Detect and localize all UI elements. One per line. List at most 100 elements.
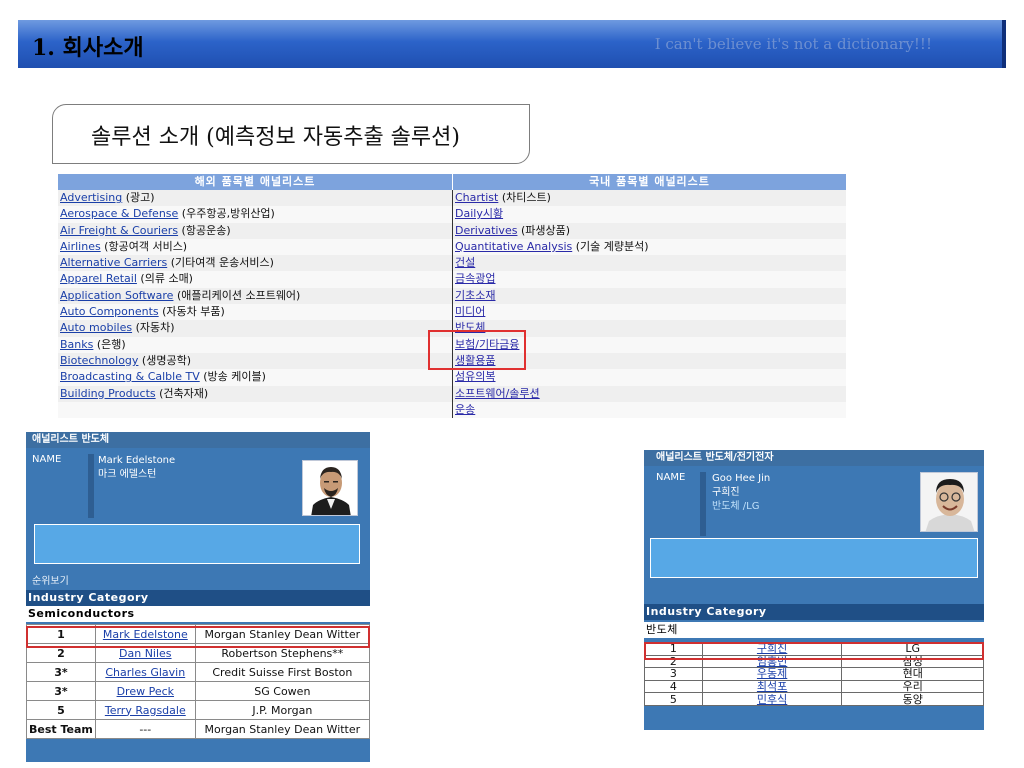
category-note: (우주항공,방위산업) (178, 207, 275, 221)
category-link[interactable]: Auto Components (60, 305, 159, 318)
analyst-link[interactable]: Terry Ragsdale (105, 704, 186, 717)
category-note: (건축자재) (155, 386, 209, 400)
ranking-row: 3 우동제 현대 (644, 667, 984, 681)
analyst-name: Mark Edelstone 마크 에델스턴 (98, 454, 175, 482)
analyst-link[interactable]: Mark Edelstone (103, 628, 188, 641)
category-note: (의류 소매) (136, 272, 193, 286)
category-link[interactable]: Airlines (60, 240, 101, 253)
analyst-link[interactable]: 민후식 (757, 693, 787, 706)
category-note: (자동차) (132, 321, 175, 335)
category-link[interactable]: 미디어 (455, 305, 485, 318)
category-link[interactable]: 운송 (455, 403, 475, 416)
category-link[interactable]: Banks (60, 338, 93, 351)
category-link[interactable]: 건설 (455, 256, 475, 269)
analyst-link[interactable]: Charles Glavin (105, 666, 185, 679)
category-note: (항공운송) (178, 223, 231, 237)
card-title-bar: 애널리스트 반도체 (26, 432, 370, 448)
category-link[interactable]: Derivatives (455, 224, 517, 237)
firm-cell: 우리 (841, 679, 984, 694)
analyst-link[interactable]: 임홍빈 (757, 655, 787, 668)
category-link[interactable]: Air Freight & Couriers (60, 224, 178, 237)
ranking-row: 2 임홍빈 삼성 (644, 654, 984, 669)
domestic-category-cell: 소프트웨어/솔루션 (452, 385, 846, 402)
category-table-header: 해외 품목별 애널리스트 국내 품목별 애널리스트 (58, 174, 846, 190)
rank-cell: 5 (26, 700, 96, 720)
ranking-row: 1 Mark Edelstone Morgan Stanley Dean Witte… (26, 624, 371, 644)
analyst-name-cell: Terry Ragsdale (94, 700, 196, 720)
rank-cell: 1 (26, 624, 96, 644)
overseas-category-cell: Apparel Retail (의류 소매) (58, 271, 452, 287)
analyst-name-cell: 우동제 (701, 667, 843, 681)
view-ranking-link[interactable]: 순위보기 (32, 572, 69, 587)
category-row: Broadcasting & Calble TV (방송 케이블) 섬유의복 (58, 369, 846, 386)
category-link[interactable]: Chartist (455, 191, 498, 204)
overseas-category-cell: Air Freight & Couriers (항공운송) (58, 223, 452, 239)
overseas-category-cell (58, 402, 452, 418)
firm-cell: 현대 (841, 667, 984, 681)
firm-cell: SG Cowen (194, 681, 371, 701)
name-divider (88, 454, 94, 518)
category-link[interactable]: Quantitative Analysis (455, 240, 572, 253)
firm-cell: Robertson Stephens** (194, 643, 371, 663)
analyst-name-area: NAME Mark Edelstone 마크 에델스턴 (26, 454, 370, 518)
domestic-category-cell: 운송 (452, 401, 846, 419)
header-bar: 1. 회사소개 I can't believe it's not a dicti… (18, 20, 1006, 68)
category-note: (광고) (122, 191, 155, 204)
category-link[interactable]: Apparel Retail (60, 272, 137, 285)
analyst-name-cell: Mark Edelstone (94, 624, 196, 644)
analyst-name-ko: 마크 에델스턴 (98, 469, 157, 480)
category-link[interactable]: Aerospace & Defense (60, 207, 178, 220)
category-link[interactable]: Application Software (60, 289, 173, 302)
category-link[interactable]: 기초소재 (455, 289, 495, 302)
ranking-row: 4 최석포 우리 (644, 679, 984, 694)
category-link[interactable]: 반도체 (455, 321, 485, 334)
firm-cell: 삼성 (841, 654, 984, 669)
analyst-name-en: Goo Hee Jin (712, 473, 771, 484)
firm-cell: J.P. Morgan (194, 700, 371, 720)
domestic-category-cell: 섬유의복 (452, 369, 846, 386)
ranking-row: 1 구희진 LG (644, 642, 984, 656)
category-link[interactable]: Daily시황 (455, 207, 503, 220)
analyst-card-overseas: 애널리스트 반도체 NAME Mark Edelstone 마크 에델스턴 순위… (26, 432, 371, 762)
category-link[interactable]: Broadcasting & Calble TV (60, 370, 200, 383)
overseas-category-cell: Alternative Carriers (기타여객 운송서비스) (58, 255, 452, 271)
overseas-category-cell: Banks (은행) (58, 337, 452, 353)
category-link[interactable]: 소프트웨어/솔루션 (455, 387, 540, 400)
analyst-name-cell: --- (94, 719, 196, 739)
domestic-category-cell: 생활용품 (452, 352, 846, 370)
category-link[interactable]: Auto mobiles (60, 321, 132, 334)
category-link[interactable]: 보험/기타금융 (455, 338, 519, 351)
analyst-link[interactable]: 구희진 (757, 642, 787, 655)
analyst-link[interactable]: 최석포 (757, 680, 787, 693)
category-link[interactable]: Advertising (60, 191, 122, 204)
overseas-category-cell: Auto mobiles (자동차) (58, 320, 452, 336)
analyst-category-table: 해외 품목별 애널리스트 국내 품목별 애널리스트 Advertising (광… (58, 174, 846, 419)
overseas-category-cell: Advertising (광고) (58, 190, 452, 206)
category-link[interactable]: Alternative Carriers (60, 256, 167, 269)
rank-cell: 2 (26, 643, 96, 663)
name-divider (700, 472, 706, 536)
analyst-name-area: NAME Goo Hee Jin 구희진 반도체 /LG (644, 472, 984, 536)
overseas-category-cell: Auto Components (자동차 부품) (58, 304, 452, 320)
category-note: (은행) (93, 337, 126, 351)
category-link[interactable]: 금속광업 (455, 272, 495, 285)
category-row: Auto mobiles (자동차) 반도체 (58, 320, 846, 337)
domestic-category-cell: 반도체 (452, 320, 846, 337)
analyst-link[interactable]: Dan Niles (119, 647, 172, 660)
category-link[interactable]: Building Products (60, 387, 156, 400)
domestic-category-cell: Quantitative Analysis (기술 계량분석) (452, 238, 846, 256)
overseas-category-cell: Application Software (애플리케이션 소프트웨어) (58, 288, 452, 304)
firm-cell: Credit Suisse First Boston (194, 662, 371, 682)
ranking-table: 1 구희진 LG 2 임홍빈 삼성 3 우동제 현대 4 최석포 우리 5 민후식 동양 (644, 642, 984, 706)
analyst-info-box (34, 524, 360, 564)
domestic-category-cell: 미디어 (452, 304, 846, 321)
analyst-name-en: Mark Edelstone (98, 455, 176, 466)
rank-cell: 2 (644, 654, 703, 669)
analyst-link[interactable]: Drew Peck (117, 685, 174, 698)
category-link[interactable]: 생활용품 (455, 354, 495, 367)
solution-title: 솔루션 소개 (예측정보 자동추출 솔루션) (91, 125, 460, 150)
category-link[interactable]: 섬유의복 (455, 370, 495, 383)
category-link[interactable]: Biotechnology (60, 354, 138, 367)
analyst-link[interactable]: 우동제 (757, 667, 787, 680)
industry-category-header: Industry Category (644, 604, 984, 620)
